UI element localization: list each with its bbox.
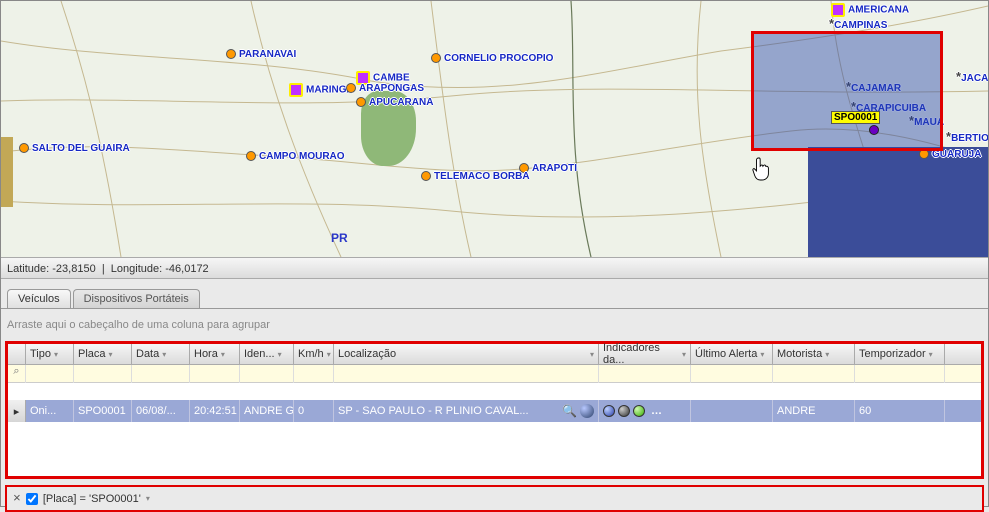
coordinates-bar: Latitude: -23,8150 | Longitude: -46,0172	[1, 257, 988, 279]
city-bertioga: *BERTIOGA	[946, 129, 988, 144]
lon-value: -46,0172	[165, 263, 208, 275]
tab-strip: Veículos Dispositivos Portáteis	[1, 283, 988, 309]
filter-funnel-icon[interactable]: ⌕	[8, 365, 26, 383]
grid-filter-row[interactable]: ⌕	[8, 365, 981, 383]
col-header-iden[interactable]: Iden...▾	[240, 344, 294, 364]
vehicle-label[interactable]: SPO0001	[831, 111, 880, 124]
cell-loc: SP - SAO PAULO - R PLINIO CAVAL... 🔍	[334, 400, 599, 422]
cell-tipo: Oni...	[26, 400, 74, 422]
filter-dropdown-icon[interactable]: ▾	[146, 494, 150, 503]
grid-empty-area	[8, 422, 981, 476]
filter-expression: [Placa] = 'SPO0001'	[43, 493, 141, 505]
lat-label: Latitude:	[7, 263, 49, 275]
cell-ind: …	[599, 400, 691, 422]
city-paranavai: PARANAVAI	[226, 49, 296, 60]
col-header-tipo[interactable]: Tipo▾	[26, 344, 74, 364]
indicator-green-icon	[633, 405, 645, 417]
lon-label: Longitude:	[111, 263, 162, 275]
city-arapongas: ARAPONGAS	[346, 83, 424, 94]
city-apucarana: APUCARANA	[356, 97, 433, 108]
lat-value: -23,8150	[52, 263, 95, 275]
city-campo-mourao: CAMPO MOURAO	[246, 151, 345, 162]
group-drop-area[interactable]: Arraste aqui o cabeçalho de uma coluna p…	[1, 309, 988, 341]
col-header-mot[interactable]: Motorista▾	[773, 344, 855, 364]
col-header-kmh[interactable]: Km/h▾	[294, 344, 334, 364]
city-telemaco-borba: TELEMACO BORBA	[421, 171, 530, 182]
city-jacar: *JACAR	[956, 69, 988, 84]
col-header-alerta[interactable]: Último Alerta▾	[691, 344, 773, 364]
city-cornelio-procopio: CORNELIO PROCOPIO	[431, 53, 553, 64]
river-shape	[1, 137, 13, 207]
globe-icon[interactable]	[580, 404, 594, 418]
cell-loc-text: SP - SAO PAULO - R PLINIO CAVAL...	[338, 405, 529, 417]
cell-iden: ANDRE G...	[240, 400, 294, 422]
row-selector-header	[8, 344, 26, 364]
col-header-temp[interactable]: Temporizador▾	[855, 344, 945, 364]
filter-close-icon[interactable]: ×	[13, 491, 21, 506]
indicator-more-icon[interactable]: …	[648, 405, 662, 417]
col-header-hora[interactable]: Hora▾	[190, 344, 240, 364]
indicator-dark-icon	[618, 405, 630, 417]
cell-hora: 20:42:51	[190, 400, 240, 422]
city-americana: AMERICANA	[831, 3, 909, 17]
tab-veiculos[interactable]: Veículos	[7, 289, 71, 308]
city-maringa: MARINGA	[289, 83, 354, 97]
hand-cursor-icon	[751, 156, 773, 182]
map-selection-box[interactable]	[751, 31, 943, 151]
city-campinas: *CAMPINAS	[829, 16, 887, 31]
cell-placa: SPO0001	[74, 400, 132, 422]
row-selector-arrow-icon[interactable]: ▸	[8, 400, 26, 422]
col-header-ind[interactable]: Indicadores da...▾	[599, 344, 691, 364]
cell-mot: ANDRE	[773, 400, 855, 422]
cell-temp: 60	[855, 400, 945, 422]
state-label: PR	[331, 231, 348, 245]
filter-enabled-checkbox[interactable]	[26, 493, 38, 505]
table-row[interactable]: ▸ Oni... SPO0001 06/08/... 20:42:51 ANDR…	[8, 400, 981, 422]
col-header-placa[interactable]: Placa▾	[74, 344, 132, 364]
col-header-loc[interactable]: Localização▾	[334, 344, 599, 364]
col-header-data[interactable]: Data▾	[132, 344, 190, 364]
grid-header-row: Tipo▾ Placa▾ Data▾ Hora▾ Iden...▾ Km/h▾ …	[8, 344, 981, 365]
active-filter-bar: × [Placa] = 'SPO0001' ▾	[5, 485, 984, 512]
magnifier-icon[interactable]: 🔍	[562, 404, 577, 418]
cell-kmh: 0	[294, 400, 334, 422]
tab-dispositivos[interactable]: Dispositivos Portáteis	[73, 289, 200, 308]
cell-alerta	[691, 400, 773, 422]
indicator-blue-icon	[603, 405, 615, 417]
ocean-shape	[808, 147, 988, 257]
map-canvas[interactable]: AMERICANA *CAMPINAS PARANAVAI CORNELIO P…	[1, 1, 988, 257]
vehicle-grid: Tipo▾ Placa▾ Data▾ Hora▾ Iden...▾ Km/h▾ …	[5, 341, 984, 479]
city-salto-del-guaira: SALTO DEL GUAIRA	[19, 143, 130, 154]
cell-data: 06/08/...	[132, 400, 190, 422]
vehicle-marker[interactable]	[869, 125, 879, 135]
